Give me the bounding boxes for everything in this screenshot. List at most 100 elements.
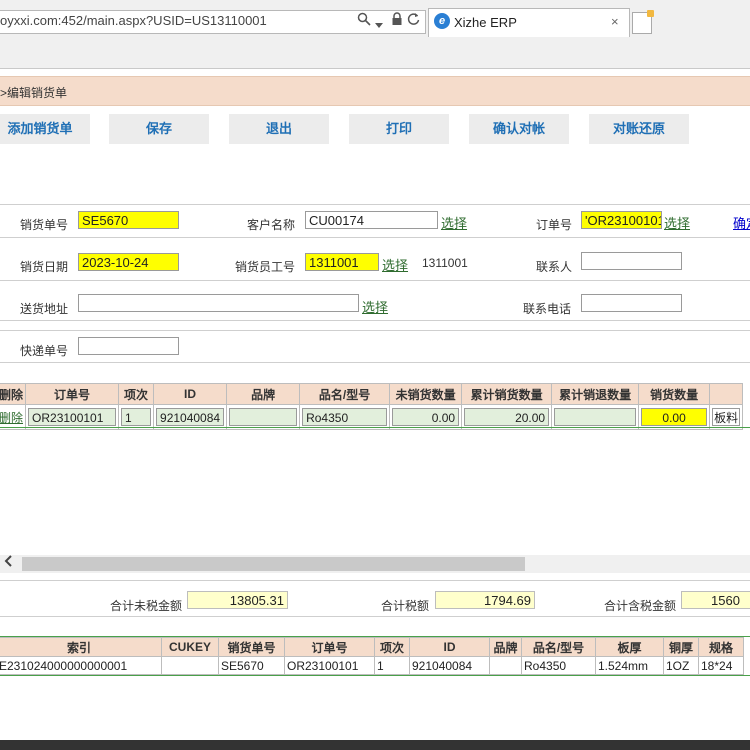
tax-label: 合计税额 [381,599,430,613]
totals-divider [0,616,750,617]
tab-close-button[interactable]: × [611,14,619,29]
customer-field[interactable]: CU00174 [305,211,438,229]
returned-total-cell[interactable] [554,408,637,426]
form-divider [0,280,750,281]
customer-pick-link[interactable]: 选择 [441,213,467,232]
col-brand-2: 品牌 [489,637,522,657]
col-spec: 规格 [698,637,744,657]
address-pick-link[interactable]: 选择 [362,297,388,316]
dropdown-arrow-icon[interactable] [375,17,383,32]
col-sold-total: 累计销货数量 [461,383,553,405]
breadcrumb-text: >编辑销货单 [0,86,68,100]
model-cell-2: Ro4350 [521,656,596,675]
order-no-label: 订单号 [536,218,573,232]
untaxed-label: 合计未税金额 [110,599,183,613]
sold-total-cell[interactable]: 20.00 [464,408,550,426]
search-icon[interactable] [357,12,371,29]
col-thickness: 板厚 [595,637,664,657]
index-cell: E231024000000000001 [0,656,162,675]
table-row[interactable]: E231024000000000001 SE5670 OR23100101 1 … [0,656,744,675]
col-returned-total: 累计销退数量 [551,383,640,405]
phone-field[interactable] [581,294,682,312]
totals-divider [0,580,750,581]
delete-link[interactable]: 删除 [0,411,23,425]
id-cell[interactable]: 921040084 [156,408,225,426]
order-pick-link[interactable]: 选择 [664,213,690,232]
sale-no-field[interactable]: SE5670 [78,211,179,229]
salesman-field[interactable]: 1311001 [305,253,379,271]
breadcrumb: >编辑销货单 [0,76,750,106]
brand-cell[interactable] [229,408,298,426]
grid-header-row: 删除 订单号 项次 ID 品牌 品名/型号 未销货数量 累计销货数量 累计销退数… [0,383,744,405]
salesman-name: 1311001 [422,256,468,270]
salesman-pick-link[interactable]: 选择 [382,255,408,274]
col-item: 项次 [118,383,155,405]
form-divider [0,204,750,205]
col-brand: 品牌 [226,383,301,405]
col-item-2: 项次 [374,637,410,657]
col-sale-qty: 销货数量 [638,383,711,405]
col-model-2: 品名/型号 [521,637,596,657]
col-index: 索引 [0,637,162,657]
sale-qty-cell[interactable]: 0.00 [641,408,708,426]
col-model: 品名/型号 [299,383,391,405]
col-order-no-2: 订单号 [284,637,375,657]
extra-cell[interactable]: 板料 [712,408,741,426]
scroll-left-icon[interactable] [4,555,12,570]
confirm-link[interactable]: 确定 [733,213,750,232]
scrollbar-thumb[interactable] [22,557,525,571]
thickness-cell: 1.524mm [595,656,664,675]
untaxed-value: 13805.31 [187,591,288,609]
address-url[interactable]: oyxxi.com:452/main.aspx?USID=US13110001 [0,13,267,28]
model-cell[interactable]: Ro4350 [302,408,388,426]
order-no-cell-2: OR23100101 [284,656,375,675]
col-id-2: ID [409,637,490,657]
col-copper: 铜厚 [663,637,699,657]
confirm-reconcile-button[interactable]: 确认对帐 [469,114,569,144]
order-no-field[interactable]: 'OR23100101 [581,211,662,229]
copper-cell: 1OZ [663,656,699,675]
save-button[interactable]: 保存 [109,114,209,144]
contact-field[interactable] [581,252,682,270]
col-id: ID [153,383,228,405]
ie-icon: e [434,13,450,29]
restore-reconcile-button[interactable]: 对账还原 [589,114,689,144]
col-extra [709,383,744,405]
refresh-icon[interactable] [407,12,420,29]
express-field[interactable] [78,337,179,355]
print-button[interactable]: 打印 [349,114,449,144]
form-divider [0,330,750,331]
sale-no-label: 销货单号 [20,218,69,232]
taxed-value: 1560 [681,591,750,609]
col-sale-no: 销货单号 [218,637,285,657]
express-label: 快递单号 [20,344,69,358]
col-delete: 删除 [0,383,27,405]
tax-value: 1794.69 [435,591,535,609]
spec-cell: 18*24 [698,656,744,675]
grid2-bottom-border [0,675,750,676]
col-order-no: 订单号 [25,383,120,405]
item-cell[interactable]: 1 [121,408,152,426]
exit-button[interactable]: 退出 [229,114,329,144]
salesman-label: 销货员工号 [235,260,296,274]
form-divider [0,237,750,238]
phone-label: 联系电话 [523,302,572,316]
sale-date-field[interactable]: 2023-10-24 [78,253,179,271]
form-divider [0,362,750,363]
sale-no-cell: SE5670 [218,656,285,675]
brand-cell-2 [489,656,522,675]
unsold-cell[interactable]: 0.00 [392,408,460,426]
id-cell-2: 921040084 [409,656,490,675]
table-row: 删除 OR23100101 1 921040084 Ro4350 0.00 20… [0,404,744,430]
taxed-label: 合计含税金额 [604,599,677,613]
address-field[interactable] [78,294,359,312]
form-divider [0,320,750,321]
index-grid: 索引 CUKEY 销货单号 订单号 项次 ID 品牌 品名/型号 板厚 铜厚 规… [0,637,744,675]
col-cukey: CUKEY [161,637,219,657]
new-tab-icon[interactable] [632,10,654,34]
grid-bottom-border [0,427,750,428]
item-cell-2: 1 [374,656,410,675]
lock-icon [391,12,403,29]
order-no-cell[interactable]: OR23100101 [28,408,117,426]
add-sale-button[interactable]: 添加销货单 [0,114,90,144]
